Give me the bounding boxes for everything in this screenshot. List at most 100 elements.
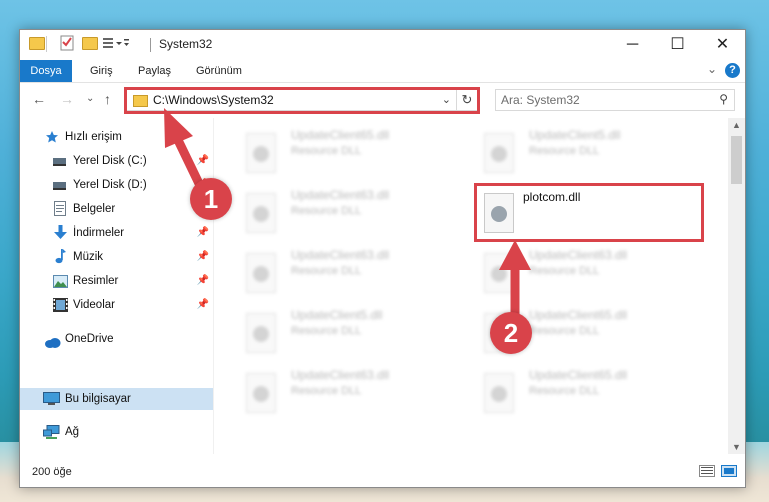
tab-share[interactable]: Paylaş bbox=[128, 60, 181, 82]
quick-access-separator bbox=[46, 36, 47, 52]
sidebar-item-videos[interactable]: Videolar 📌 bbox=[20, 294, 213, 316]
file-type: Resource DLL bbox=[529, 145, 600, 157]
sidebar-item-quick-access[interactable]: Hızlı erişim bbox=[20, 126, 213, 148]
sidebar-item-this-pc[interactable]: Bu bilgisayar bbox=[20, 388, 213, 410]
dll-file-icon bbox=[246, 313, 276, 353]
dll-file-icon bbox=[484, 373, 514, 413]
file-name: UpdateClient63.dll bbox=[291, 248, 390, 262]
tab-file[interactable]: Dosya bbox=[20, 60, 72, 82]
sidebar-item-downloads[interactable]: İndirmeler 📌 bbox=[20, 222, 213, 244]
pin-icon[interactable]: 📌 bbox=[197, 150, 209, 172]
cloud-icon bbox=[44, 334, 61, 348]
sidebar-item-music[interactable]: Müzik 📌 bbox=[20, 246, 213, 268]
window-title: System32 bbox=[159, 37, 213, 51]
scroll-thumb[interactable] bbox=[731, 136, 742, 184]
file-item[interactable]: UpdateClient5.dll Resource DLL bbox=[479, 128, 699, 176]
step-badge-1: 1 bbox=[190, 178, 232, 220]
file-type: Resource DLL bbox=[291, 385, 362, 397]
close-button[interactable]: ✕ bbox=[700, 30, 745, 60]
file-name: UpdateClient5.dll bbox=[291, 308, 383, 322]
file-item[interactable]: UpdateClient65.dll Resource DLL bbox=[479, 368, 699, 416]
file-name: UpdateClient5.dll bbox=[529, 128, 621, 142]
vertical-scrollbar[interactable]: ▲ ▼ bbox=[728, 118, 745, 454]
file-item[interactable]: UpdateClient63.dll Resource DLL bbox=[241, 368, 461, 416]
large-icons-view-icon[interactable] bbox=[721, 465, 737, 477]
file-type: Resource DLL bbox=[291, 325, 362, 337]
sidebar-item-label: Müzik bbox=[73, 251, 104, 263]
scroll-down-icon[interactable]: ▼ bbox=[732, 442, 741, 452]
file-item[interactable]: UpdateClient63.dll Resource DLL bbox=[241, 188, 461, 236]
file-item[interactable]: UpdateClient63.dll Resource DLL bbox=[479, 248, 699, 296]
pictures-icon bbox=[53, 274, 68, 288]
sidebar-item-label: İndirmeler bbox=[73, 227, 125, 239]
sidebar-item-label: Yerel Disk (D:) bbox=[73, 179, 147, 191]
sidebar-item-onedrive[interactable]: OneDrive bbox=[20, 328, 213, 350]
file-item[interactable]: UpdateClient5.dll Resource DLL bbox=[241, 308, 461, 356]
dll-file-icon bbox=[484, 133, 514, 173]
documents-icon bbox=[54, 201, 67, 216]
sidebar-item-network[interactable]: Ağ bbox=[20, 421, 213, 443]
minimize-button[interactable]: ─ bbox=[610, 30, 655, 60]
tab-home[interactable]: Giriş bbox=[80, 60, 123, 82]
sidebar-item-local-disk-c[interactable]: Yerel Disk (C:) 📌 bbox=[20, 150, 213, 172]
up-button[interactable]: ↑ bbox=[104, 91, 111, 107]
file-item[interactable]: UpdateClient63.dll Resource DLL bbox=[241, 248, 461, 296]
sidebar-item-pictures[interactable]: Resimler 📌 bbox=[20, 270, 213, 292]
dll-file-icon bbox=[246, 133, 276, 173]
sidebar-item-label: Yerel Disk (C:) bbox=[73, 155, 147, 167]
sidebar-item-label: OneDrive bbox=[65, 333, 114, 345]
pane-divider[interactable] bbox=[213, 118, 214, 454]
quick-access-customize-icon[interactable] bbox=[102, 36, 130, 52]
search-input[interactable]: Ara: System32 ⚲ bbox=[495, 89, 735, 111]
navigation-pane: Hızlı erişim Yerel Disk (C:) 📌 Yerel Dis… bbox=[20, 118, 213, 454]
pin-icon[interactable]: 📌 bbox=[197, 246, 209, 268]
pin-icon[interactable]: 📌 bbox=[197, 270, 209, 292]
sidebar-item-label: Hızlı erişim bbox=[65, 131, 122, 143]
file-type: Resource DLL bbox=[529, 385, 600, 397]
file-name: UpdateClient65.dll bbox=[529, 308, 628, 322]
help-icon[interactable]: ? bbox=[725, 63, 740, 78]
sidebar-item-local-disk-d[interactable]: Yerel Disk (D:) 📌 bbox=[20, 174, 213, 196]
properties-icon[interactable] bbox=[60, 35, 74, 51]
search-placeholder: Ara: System32 bbox=[501, 93, 580, 107]
item-count: 200 öğe bbox=[32, 466, 72, 478]
recent-locations-button[interactable]: ⌄ bbox=[86, 93, 94, 104]
pin-icon[interactable]: 📌 bbox=[197, 294, 209, 316]
file-type: Resource DLL bbox=[291, 145, 362, 157]
pin-icon[interactable]: 📌 bbox=[197, 222, 209, 244]
dll-file-icon bbox=[246, 193, 276, 233]
dll-file-icon bbox=[246, 373, 276, 413]
sidebar-item-label: Belgeler bbox=[73, 203, 116, 215]
search-icon[interactable]: ⚲ bbox=[719, 92, 728, 106]
forward-button[interactable]: → bbox=[60, 91, 74, 107]
title-separator bbox=[150, 38, 151, 52]
scroll-up-icon[interactable]: ▲ bbox=[732, 120, 741, 130]
ribbon-expand-icon[interactable]: ⌄ bbox=[707, 62, 717, 76]
network-icon bbox=[43, 425, 60, 439]
dll-file-icon bbox=[246, 253, 276, 293]
sidebar-item-label: Bu bilgisayar bbox=[65, 393, 131, 405]
file-item[interactable]: UpdateClient65.dll Resource DLL bbox=[241, 128, 461, 176]
sidebar-item-label: Ağ bbox=[65, 426, 80, 438]
sidebar-item-label: Resimler bbox=[73, 275, 119, 287]
file-type: Resource DLL bbox=[529, 325, 600, 337]
drive-icon bbox=[53, 182, 66, 190]
file-name: UpdateClient63.dll bbox=[529, 248, 628, 262]
star-icon bbox=[45, 130, 58, 143]
drive-icon bbox=[53, 158, 66, 166]
folder-icon bbox=[29, 37, 45, 53]
back-button[interactable]: ← bbox=[32, 91, 46, 107]
file-list: UpdateClient65.dll Resource DLL UpdateCl… bbox=[216, 118, 730, 454]
new-folder-icon[interactable] bbox=[82, 37, 98, 53]
sidebar-item-documents[interactable]: Belgeler 📌 bbox=[20, 198, 213, 220]
download-icon bbox=[54, 225, 67, 239]
details-view-icon[interactable] bbox=[699, 465, 715, 477]
maximize-button[interactable]: ☐ bbox=[655, 30, 700, 60]
file-name: UpdateClient65.dll bbox=[291, 128, 390, 142]
file-name: UpdateClient63.dll bbox=[291, 368, 390, 382]
computer-icon bbox=[43, 392, 60, 405]
video-icon bbox=[53, 298, 68, 312]
tab-view[interactable]: Görünüm bbox=[186, 60, 252, 82]
address-bar-highlight bbox=[124, 87, 480, 114]
sidebar-item-label: Videolar bbox=[73, 299, 115, 311]
